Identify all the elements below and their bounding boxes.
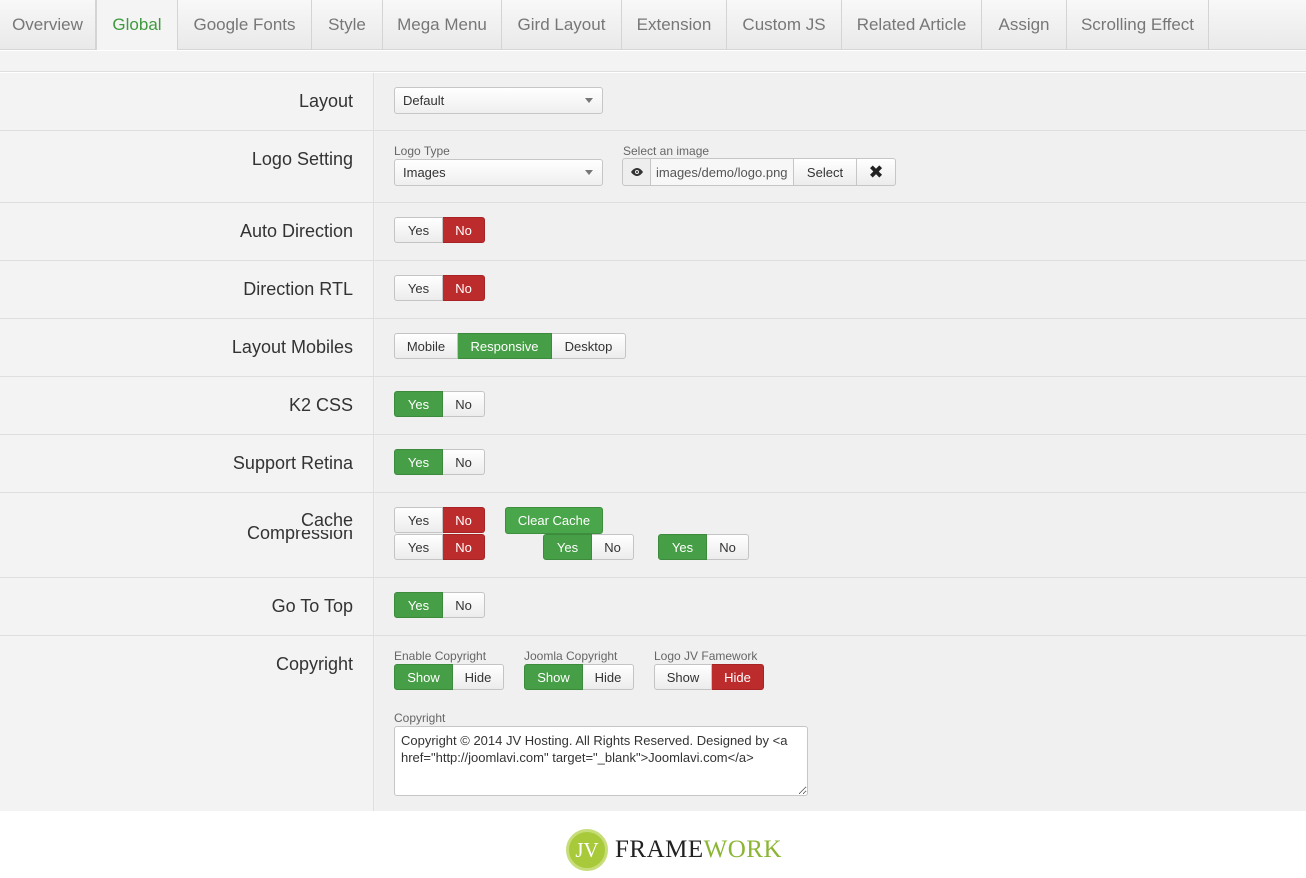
- row-cache: Compression Cache Yes No Clear Cache Yes…: [0, 493, 1306, 578]
- direction-rtl-no[interactable]: No: [443, 275, 485, 301]
- k2-css-label: K2 CSS: [288, 395, 353, 415]
- tab-overview[interactable]: Overview: [0, 0, 96, 50]
- logo-jv-toggle: Show Hide: [654, 664, 764, 690]
- enable-copyright-hide[interactable]: Hide: [453, 664, 504, 690]
- direction-rtl-label: Direction RTL: [243, 279, 353, 299]
- layout-desktop-option[interactable]: Desktop: [552, 333, 626, 359]
- image-picker: images/demo/logo.png Select ✖: [622, 158, 896, 186]
- compression-toggle-2: Yes No: [543, 534, 634, 560]
- enable-copyright-toggle: Show Hide: [394, 664, 504, 690]
- joomla-copyright-toggle: Show Hide: [524, 664, 634, 690]
- layout-select[interactable]: Default: [394, 87, 603, 114]
- tab-bar: Overview Global Google Fonts Style Mega …: [0, 0, 1306, 50]
- compression-2-no[interactable]: No: [592, 534, 634, 560]
- logo-setting-label: Logo Setting: [251, 149, 353, 169]
- auto-direction-label: Auto Direction: [239, 221, 353, 241]
- compression-no[interactable]: No: [443, 534, 485, 560]
- go-to-top-yes[interactable]: Yes: [394, 592, 443, 618]
- row-layout-mobiles: Layout Mobiles Mobile Responsive Desktop: [0, 319, 1306, 377]
- tab-global[interactable]: Global: [96, 0, 178, 50]
- support-retina-yes[interactable]: Yes: [394, 449, 443, 475]
- support-retina-toggle: Yes No: [394, 449, 485, 475]
- tab-extension[interactable]: Extension: [622, 0, 727, 50]
- row-k2-css: K2 CSS Yes No: [0, 377, 1306, 435]
- framework-logo-text: FRAMEWORK: [615, 836, 783, 863]
- tab-custom-js[interactable]: Custom JS: [727, 0, 842, 50]
- logo-jv-show[interactable]: Show: [654, 664, 712, 690]
- direction-rtl-yes[interactable]: Yes: [394, 275, 443, 301]
- compression-2-yes[interactable]: Yes: [543, 534, 592, 560]
- auto-direction-no[interactable]: No: [443, 217, 485, 243]
- toolbar-band: [0, 51, 1306, 72]
- layout-label: Layout: [298, 91, 353, 111]
- k2-css-toggle: Yes No: [394, 391, 485, 417]
- layout-mobile-option[interactable]: Mobile: [394, 333, 458, 359]
- logo-type-label: Logo Type: [394, 144, 450, 158]
- enable-copyright-show[interactable]: Show: [394, 664, 453, 690]
- logo-type-select[interactable]: Images: [394, 159, 603, 186]
- row-copyright: Copyright Enable Copyright Show Hide Joo…: [0, 636, 1306, 811]
- k2-css-yes[interactable]: Yes: [394, 391, 443, 417]
- tab-gird-layout[interactable]: Gird Layout: [502, 0, 622, 50]
- tab-assign[interactable]: Assign: [982, 0, 1067, 50]
- tab-google-fonts[interactable]: Google Fonts: [178, 0, 312, 50]
- joomla-copyright-show[interactable]: Show: [524, 664, 583, 690]
- joomla-copyright-hide[interactable]: Hide: [583, 664, 634, 690]
- compression-3-yes[interactable]: Yes: [658, 534, 707, 560]
- compression-3-no[interactable]: No: [707, 534, 749, 560]
- cache-toggle: Yes No: [394, 507, 485, 533]
- auto-direction-toggle: Yes No: [394, 217, 485, 243]
- chevron-down-icon: [585, 98, 593, 103]
- go-to-top-label: Go To Top: [271, 596, 353, 616]
- select-image-label: Select an image: [623, 144, 710, 158]
- enable-copyright-label: Enable Copyright: [394, 649, 487, 663]
- auto-direction-yes[interactable]: Yes: [394, 217, 443, 243]
- cache-no[interactable]: No: [443, 507, 485, 533]
- compression-yes[interactable]: Yes: [394, 534, 443, 560]
- jv-logo-icon: JV: [566, 829, 608, 871]
- support-retina-label: Support Retina: [232, 453, 353, 473]
- layout-responsive-option[interactable]: Responsive: [458, 333, 552, 359]
- layout-mobiles-toggle: Mobile Responsive Desktop: [394, 333, 626, 359]
- close-icon[interactable]: ✖: [857, 158, 896, 186]
- logo-jv-hide[interactable]: Hide: [712, 664, 764, 690]
- tab-style[interactable]: Style: [312, 0, 383, 50]
- copyright-text-label: Copyright: [394, 711, 446, 725]
- tab-scrolling-effect[interactable]: Scrolling Effect: [1067, 0, 1209, 50]
- go-to-top-no[interactable]: No: [443, 592, 485, 618]
- eye-icon[interactable]: [622, 158, 650, 186]
- row-logo-setting: Logo Setting Logo Type Images Select an …: [0, 131, 1306, 203]
- layout-mobiles-label: Layout Mobiles: [231, 337, 353, 357]
- go-to-top-toggle: Yes No: [394, 592, 485, 618]
- copyright-label: Copyright: [275, 654, 353, 674]
- row-layout: Layout Default: [0, 73, 1306, 131]
- copyright-textarea[interactable]: Copyright © 2014 JV Hosting. All Rights …: [394, 726, 808, 796]
- logo-jv-label: Logo JV Famework: [654, 649, 758, 663]
- row-go-to-top: Go To Top Yes No: [0, 578, 1306, 636]
- row-direction-rtl: Direction RTL Yes No: [0, 261, 1306, 319]
- cache-yes[interactable]: Yes: [394, 507, 443, 533]
- joomla-copyright-label: Joomla Copyright: [524, 649, 618, 663]
- tab-related-article[interactable]: Related Article: [842, 0, 982, 50]
- chevron-down-icon: [585, 170, 593, 175]
- row-auto-direction: Auto Direction Yes No: [0, 203, 1306, 261]
- compression-toggle: Yes No: [394, 534, 485, 560]
- k2-css-no[interactable]: No: [443, 391, 485, 417]
- clear-cache-button[interactable]: Clear Cache: [505, 507, 603, 534]
- compression-toggle-3: Yes No: [658, 534, 749, 560]
- direction-rtl-toggle: Yes No: [394, 275, 485, 301]
- cache-label: Cache: [296, 510, 353, 530]
- select-image-button[interactable]: Select: [794, 158, 857, 186]
- row-support-retina: Support Retina Yes No: [0, 435, 1306, 493]
- tab-mega-menu[interactable]: Mega Menu: [383, 0, 502, 50]
- image-path-field[interactable]: images/demo/logo.png: [650, 158, 794, 186]
- support-retina-no[interactable]: No: [443, 449, 485, 475]
